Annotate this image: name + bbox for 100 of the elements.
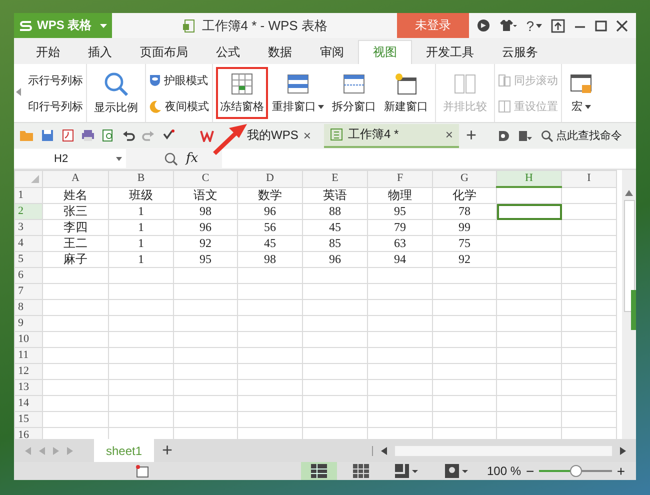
preview-icon[interactable] bbox=[102, 129, 115, 142]
row-header[interactable]: 1 bbox=[14, 187, 42, 204]
row-header[interactable]: 8 bbox=[14, 300, 42, 316]
help-button[interactable]: ? bbox=[526, 18, 542, 34]
shield-icon bbox=[149, 74, 161, 86]
view-button[interactable] bbox=[301, 462, 337, 480]
scroll-left-icon[interactable] bbox=[381, 446, 387, 454]
insert-function-button[interactable]: fx bbox=[186, 151, 198, 166]
row-header[interactable]: 13 bbox=[14, 380, 42, 396]
ribbon-button[interactable]: 示行号列标 bbox=[28, 71, 83, 89]
row-header[interactable]: 9 bbox=[14, 316, 42, 332]
save-icon[interactable] bbox=[41, 129, 54, 142]
window-icon bbox=[342, 72, 366, 96]
logo-icon bbox=[19, 20, 33, 32]
grid-icon bbox=[230, 72, 254, 96]
tab-title: 我的WPS bbox=[247, 127, 298, 144]
ribbon-button[interactable]: 夜间模式 bbox=[149, 97, 209, 115]
close-tab-button[interactable]: × bbox=[303, 128, 311, 143]
menu-tab[interactable]: 审阅 bbox=[306, 40, 358, 64]
column-header[interactable]: B bbox=[108, 170, 174, 187]
window-title: 工作簿4 * - WPS 表格 bbox=[202, 16, 328, 34]
workbook-icon bbox=[330, 128, 343, 141]
row-header[interactable]: 16 bbox=[14, 428, 42, 439]
table-cell: 数学 bbox=[238, 187, 302, 204]
table-cell: 1 bbox=[108, 236, 174, 252]
zoom-out-button[interactable]: − bbox=[526, 463, 534, 479]
zoom-in-button[interactable]: + bbox=[616, 463, 625, 479]
pdf-icon[interactable] bbox=[61, 129, 74, 142]
menu-tab[interactable]: 公式 bbox=[202, 40, 254, 64]
column-header[interactable]: D bbox=[238, 170, 302, 187]
ribbon-button[interactable]: 新建窗口 bbox=[380, 67, 432, 119]
menu-tab[interactable]: 开发工具 bbox=[412, 40, 488, 64]
document-tab[interactable]: 工作簿4 * × bbox=[324, 124, 459, 148]
table-cell: 物理 bbox=[368, 187, 432, 204]
formula-input[interactable] bbox=[222, 149, 636, 168]
ribbon-button[interactable]: 显示比例 bbox=[90, 67, 142, 119]
column-header[interactable]: A bbox=[42, 170, 108, 187]
menu-tab[interactable]: 云服务 bbox=[488, 40, 552, 64]
menu-tab[interactable]: 视图 bbox=[358, 40, 412, 64]
table-cell: 45 bbox=[302, 220, 368, 236]
search-icon bbox=[541, 130, 553, 142]
menu-tab[interactable]: 插入 bbox=[74, 40, 126, 64]
table-cell: 化学 bbox=[432, 187, 496, 204]
row-header[interactable]: 11 bbox=[14, 348, 42, 364]
zoom-icon[interactable] bbox=[164, 152, 178, 166]
scroll-up-icon[interactable] bbox=[625, 190, 633, 196]
column-header[interactable]: I bbox=[562, 170, 616, 187]
scroll-right-icon[interactable] bbox=[620, 446, 626, 454]
ribbon-button[interactable]: 宏 bbox=[565, 67, 597, 119]
row-header[interactable]: 5 bbox=[14, 252, 42, 268]
close-icon[interactable] bbox=[616, 20, 628, 32]
logo-icon bbox=[200, 130, 214, 142]
ribbon-button[interactable]: 印行号列标 bbox=[28, 97, 83, 115]
table-cell: 88 bbox=[302, 204, 368, 220]
shirt-icon[interactable] bbox=[499, 19, 518, 32]
slider-thumb[interactable] bbox=[570, 465, 582, 477]
row-header[interactable]: 14 bbox=[14, 396, 42, 412]
undo-icon[interactable] bbox=[122, 129, 135, 142]
new-tab-button[interactable]: + bbox=[466, 125, 476, 146]
document-tab[interactable]: 我的WPS × bbox=[194, 124, 317, 148]
row-header[interactable]: 12 bbox=[14, 364, 42, 380]
vertical-scrollbar[interactable] bbox=[622, 170, 636, 439]
column-header[interactable]: F bbox=[368, 170, 432, 187]
menu-tab[interactable]: 数据 bbox=[254, 40, 306, 64]
table-cell: 92 bbox=[432, 252, 496, 268]
row-header[interactable]: 4 bbox=[14, 236, 42, 252]
table-cell: 张三 bbox=[42, 204, 108, 220]
menu-tab[interactable]: 开始 bbox=[22, 40, 74, 64]
active-cell[interactable] bbox=[496, 204, 562, 220]
row-header[interactable]: 15 bbox=[14, 412, 42, 428]
close-tab-button[interactable]: × bbox=[445, 127, 453, 142]
table-cell: 96 bbox=[302, 252, 368, 268]
name-box[interactable]: H2 bbox=[14, 149, 126, 168]
table-cell: 75 bbox=[432, 236, 496, 252]
row-header[interactable]: 3 bbox=[14, 220, 42, 236]
table-cell: 麻子 bbox=[42, 252, 108, 268]
column-header[interactable]: E bbox=[302, 170, 368, 187]
ribbon-button[interactable]: 拆分窗口 bbox=[328, 67, 380, 119]
column-header[interactable]: G bbox=[432, 170, 496, 187]
menu-tab[interactable]: 页面布局 bbox=[126, 40, 202, 64]
maximize-icon[interactable] bbox=[595, 20, 607, 32]
column-header[interactable]: H bbox=[496, 170, 562, 187]
ribbon-button[interactable]: 护眼模式 bbox=[149, 71, 209, 89]
table-cell: 1 bbox=[108, 220, 174, 236]
table-cell: 1 bbox=[108, 252, 174, 268]
row-header[interactable]: 2 bbox=[14, 204, 42, 220]
table-cell: 63 bbox=[368, 236, 432, 252]
print-icon[interactable] bbox=[81, 129, 95, 142]
add-sheet-button[interactable]: + bbox=[162, 440, 173, 461]
horizontal-scrollbar[interactable] bbox=[372, 446, 626, 456]
annotation-arrow bbox=[212, 124, 248, 155]
command-search-field[interactable]: 点此查找命令 bbox=[541, 130, 632, 142]
row-header[interactable]: 7 bbox=[14, 284, 42, 300]
ribbon-button[interactable]: 冻结窗格 bbox=[216, 67, 268, 119]
ribbon-button[interactable]: 重排窗口 bbox=[268, 67, 328, 119]
row-header[interactable]: 6 bbox=[14, 268, 42, 284]
column-header[interactable]: C bbox=[174, 170, 238, 187]
row-header[interactable]: 10 bbox=[14, 332, 42, 348]
caret-icon bbox=[116, 156, 122, 160]
restore-ribbon-icon[interactable] bbox=[551, 18, 565, 32]
